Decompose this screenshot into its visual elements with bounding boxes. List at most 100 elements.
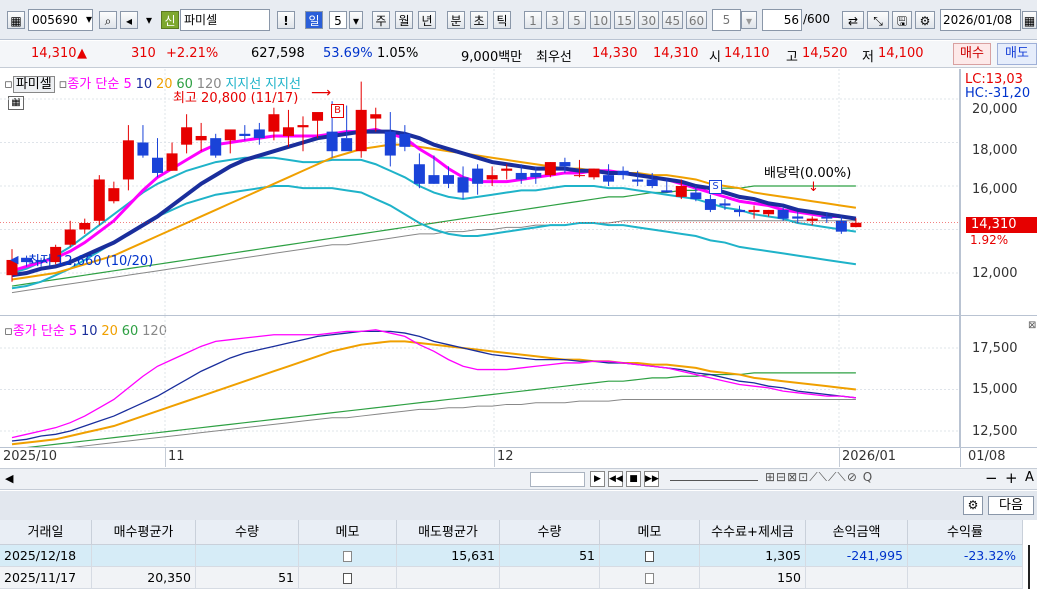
interval-30-button[interactable]: 30: [638, 11, 659, 29]
search-icon[interactable]: ⌕: [99, 11, 117, 29]
period-week-button[interactable]: 주: [372, 11, 390, 29]
custom-interval[interactable]: 5: [712, 9, 741, 31]
table-row-2-sell-qty[interactable]: [500, 567, 600, 589]
stock-name-input[interactable]: 파미셀: [180, 9, 270, 31]
table-row-1-sell-qty[interactable]: 51: [500, 545, 600, 567]
interval-1-button[interactable]: 1: [524, 11, 542, 29]
memo-filled-icon[interactable]: [343, 573, 352, 584]
buy-marker[interactable]: B: [331, 104, 344, 118]
table-scrollbar[interactable]: [1028, 545, 1030, 589]
period-year-button[interactable]: 년: [418, 11, 436, 29]
sell-button[interactable]: 매도: [997, 43, 1037, 65]
history-dropdown-icon[interactable]: ▾: [143, 11, 155, 29]
table-toolbar: ⚙ 다음: [0, 491, 1037, 520]
period-tick-button[interactable]: 틱: [493, 11, 511, 29]
auto-fit-icon[interactable]: A: [1025, 470, 1034, 485]
memo-filled-icon[interactable]: [645, 551, 654, 562]
ma60-line: [11, 185, 856, 287]
table-row-2-fee[interactable]: 150: [700, 567, 806, 589]
stop-icon[interactable]: ■: [626, 471, 641, 487]
interval-3-button[interactable]: 3: [546, 11, 564, 29]
screen-icon[interactable]: ▦: [7, 11, 25, 29]
chart-scroll-bar[interactable]: ◀ ▶ ◀◀ ■ ▶▶ ⊞⊟⊠⊡⟋⟍⟋⟍⊘ Q − + A: [0, 468, 1037, 490]
dividend-arrow-icon: ↓: [808, 180, 819, 195]
table-row-1-buy-qty[interactable]: [196, 545, 299, 567]
table-row-2-buy-qty[interactable]: 51: [196, 567, 299, 589]
memo-icon[interactable]: [343, 551, 352, 562]
last-pct-tag: 1.92%: [970, 233, 1009, 247]
speaker-icon[interactable]: ◂: [120, 11, 138, 29]
candle-body: [617, 170, 629, 176]
interval-15-button[interactable]: 15: [614, 11, 635, 29]
interval-10-button[interactable]: 10: [590, 11, 611, 29]
settings-gear-icon[interactable]: ⚙: [963, 496, 983, 515]
table-row-2-sell-memo[interactable]: [600, 567, 700, 589]
candle-body: [443, 175, 454, 184]
table-row-2-buy-avg[interactable]: 20,350: [92, 567, 196, 589]
zoom-out-icon[interactable]: −: [985, 469, 998, 487]
sell-marker[interactable]: S: [709, 180, 722, 194]
fast-forward-icon[interactable]: ▶▶: [644, 471, 659, 487]
table-row-1-buy-memo[interactable]: [299, 545, 397, 567]
current-price: 14,310: [31, 46, 77, 61]
zoom-in-icon[interactable]: +: [1005, 469, 1018, 487]
candle-body: [472, 168, 484, 184]
candle-body: [719, 203, 731, 206]
table-row-1-fee[interactable]: 1,305: [700, 545, 806, 567]
table-row-1-date[interactable]: 2025/12/18: [0, 545, 92, 567]
table-row-1-pnl[interactable]: -241,995: [806, 545, 908, 567]
multiplier-dropdown-icon[interactable]: ▾: [349, 11, 363, 29]
drawing-tools-icons[interactable]: ⊞⊟⊠⊡⟋⟍⟋⟍⊘ Q: [765, 470, 873, 485]
date-label-nov: 11: [168, 449, 185, 464]
close-panel-icon[interactable]: ⊠: [1028, 320, 1036, 331]
interval-5-button[interactable]: 5: [568, 11, 586, 29]
memo-icon[interactable]: [645, 573, 654, 584]
interval-45-button[interactable]: 45: [662, 11, 683, 29]
volume: 627,598: [251, 46, 305, 61]
compare-icon[interactable]: ⇄: [842, 11, 864, 29]
candle-body: [530, 172, 542, 178]
table-row-2-return[interactable]: [908, 567, 1023, 589]
next-button[interactable]: 다음: [988, 496, 1034, 515]
code-dropdown-icon[interactable]: ▾: [80, 10, 98, 28]
arrow-right-icon: ⟶: [311, 85, 332, 101]
buy-button[interactable]: 매수: [953, 43, 991, 65]
trade-amount: 9,000백만: [461, 50, 523, 65]
table-row-1-return[interactable]: -23.32%: [908, 545, 1023, 567]
table-row-1-sell-memo[interactable]: [600, 545, 700, 567]
candle-body: [588, 168, 600, 178]
period-minute-button[interactable]: 분: [447, 11, 465, 29]
tick-16000: 16,000: [972, 182, 1018, 197]
speed-slider[interactable]: [670, 480, 758, 481]
period-multiplier[interactable]: 5: [329, 11, 347, 29]
play-icon[interactable]: ▶: [590, 471, 605, 487]
scroll-left-icon[interactable]: ◀: [5, 472, 13, 485]
info-button[interactable]: !: [277, 11, 295, 29]
sub-tick-17500: 17,500: [972, 341, 1018, 356]
scroll-thumb[interactable]: [530, 472, 585, 487]
rewind-icon[interactable]: ◀◀: [608, 471, 623, 487]
save-icon[interactable]: 🖫: [892, 11, 912, 29]
price-axis: LC:13,03 HC:-31,20 20,000 18,000 16,000 …: [960, 69, 1037, 315]
table-row-2-date[interactable]: 2025/11/17: [0, 567, 92, 589]
candle-body: [457, 177, 469, 193]
interval-60-button[interactable]: 60: [686, 11, 707, 29]
period-second-button[interactable]: 초: [470, 11, 488, 29]
table-row-1-sell-avg[interactable]: 15,631: [397, 545, 500, 567]
table-row-2-pnl[interactable]: [806, 567, 908, 589]
high-price: 14,520: [802, 46, 848, 61]
calendar-icon[interactable]: ▦: [1022, 11, 1037, 29]
candle-body: [239, 133, 251, 136]
date-input[interactable]: 2026/01/08: [940, 9, 1021, 31]
bar-count-input[interactable]: 56: [762, 9, 802, 31]
period-month-button[interactable]: 월: [395, 11, 413, 29]
table-row-2-sell-avg[interactable]: [397, 567, 500, 589]
interval-dropdown-icon[interactable]: ▾: [741, 11, 757, 29]
period-day-button[interactable]: 일: [305, 11, 323, 29]
candle-body: [137, 142, 149, 156]
table-row-1-buy-avg[interactable]: [92, 545, 196, 567]
zoom-icon[interactable]: ⤡: [867, 11, 889, 29]
table-row-2-buy-memo[interactable]: [299, 567, 397, 589]
high-label: 고: [786, 50, 798, 65]
gear-icon[interactable]: ⚙: [915, 11, 935, 29]
